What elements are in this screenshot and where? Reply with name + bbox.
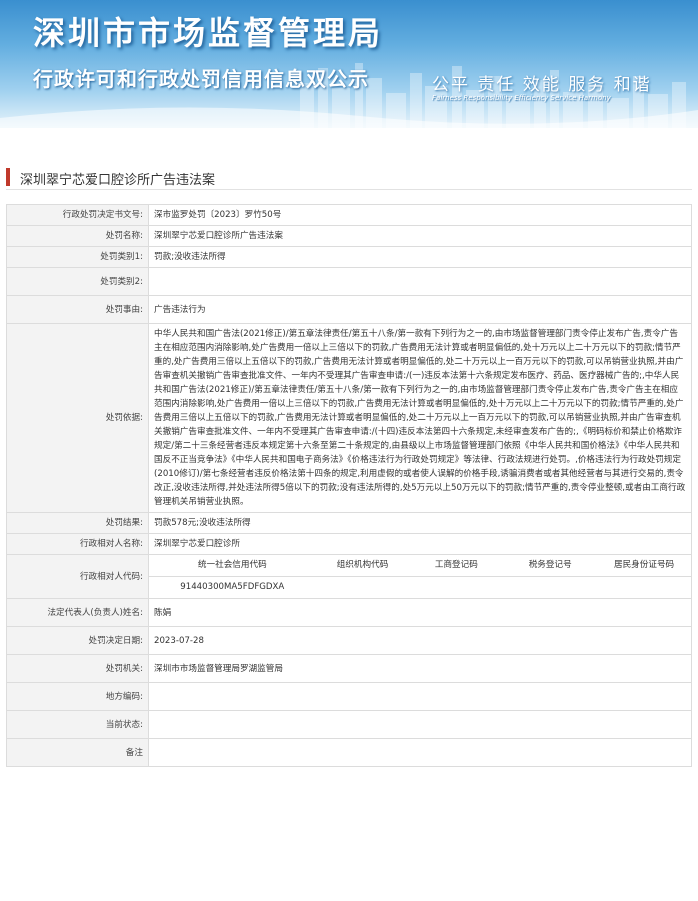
agency-title: 深圳市市场监督管理局 [33,14,384,52]
row-value [148,738,692,767]
identifier-header: 居民身份证号码 [597,555,691,577]
row-value: 深市监罗处罚〔2023〕罗竹50号 [148,204,692,226]
table-row: 地方编码: [6,682,692,711]
table-row: 处罚结果: 罚款578元;没收违法所得 [6,512,692,534]
row-value: 罚款;没收违法所得 [148,246,692,268]
row-label: 处罚依据: [6,323,149,513]
table-row: 备注 [6,738,692,767]
case-title-bar: 深圳翠宁芯爱口腔诊所广告违法案 [6,165,692,190]
code-cell: 统一社会信用代码 组织机构代码 工商登记码 税务登记号 居民身份证号码 9144… [148,554,692,599]
identifier-header-row: 统一社会信用代码 组织机构代码 工商登记码 税务登记号 居民身份证号码 [149,555,691,577]
identifier-value: 91440300MA5FDFGDXA [180,582,285,592]
table-row: 行政处罚决定书文号: 深市监罗处罚〔2023〕罗竹50号 [6,204,692,226]
row-label: 地方编码: [6,682,149,711]
slogan-english: Fairness Responsibility Efficiency Servi… [432,94,611,102]
row-label: 处罚事由: [6,295,149,324]
portal-subtitle: 行政许可和行政处罚信用信息双公示 [33,67,369,91]
row-label: 当前状态: [6,710,149,739]
title-accent-mark [6,168,10,186]
row-label: 备注 [6,738,149,767]
identifier-value [503,577,597,599]
identifier-header: 工商登记码 [409,555,504,577]
table-row: 处罚依据: 中华人民共和国广告法(2021修正)/第五章法律责任/第五十八条/第… [6,323,692,513]
identifier-header: 统一社会信用代码 [149,555,316,577]
slogan: 公平 责任 效能 服务 和谐 [432,75,652,95]
row-label: 处罚类别1: [6,246,149,268]
row-value: 陈娟 [148,598,692,627]
row-label: 处罚结果: [6,512,149,534]
table-row: 处罚名称: 深圳翠宁芯爱口腔诊所广告违法案 [6,225,692,247]
row-value: 中华人民共和国广告法(2021修正)/第五章法律责任/第五十八条/第一款有下列行… [148,323,692,513]
table-row: 法定代表人(负责人)姓名: 陈娟 [6,598,692,627]
row-label: 行政处罚决定书文号: [6,204,149,226]
row-label: 处罚决定日期: [6,626,149,655]
table-row: 处罚事由: 广告违法行为 [6,295,692,324]
table-row: 处罚决定日期: 2023-07-28 [6,626,692,655]
table-row: 处罚类别1: 罚款;没收违法所得 [6,246,692,268]
identifier-value [597,577,691,599]
row-label: 法定代表人(负责人)姓名: [6,598,149,627]
row-value [148,710,692,739]
identifier-table: 统一社会信用代码 组织机构代码 工商登记码 税务登记号 居民身份证号码 9144… [149,555,691,598]
row-value [148,267,692,296]
row-value: 深圳市市场监督管理局罗湖监管局 [148,654,692,683]
row-label: 处罚名称: [6,225,149,247]
row-value: 2023-07-28 [148,626,692,655]
row-label: 行政相对人代码: [6,554,149,599]
table-row: 行政相对人名称: 深圳翠宁芯爱口腔诊所 [6,533,692,555]
case-title: 深圳翠宁芯爱口腔诊所广告违法案 [20,173,216,188]
identifier-value [316,577,410,599]
identifier-header: 税务登记号 [503,555,598,577]
table-row: 处罚机关: 深圳市市场监督管理局罗湖监管局 [6,654,692,683]
row-value: 深圳翠宁芯爱口腔诊所广告违法案 [148,225,692,247]
row-label: 处罚机关: [6,654,149,683]
header-banner: 深圳市市场监督管理局 行政许可和行政处罚信用信息双公示 公平 责任 效能 服务 … [0,0,698,128]
table-row: 处罚类别2: [6,267,692,296]
row-label: 处罚类别2: [6,267,149,296]
case-info-table: 行政处罚决定书文号: 深市监罗处罚〔2023〕罗竹50号 处罚名称: 深圳翠宁芯… [6,204,692,767]
row-value: 广告违法行为 [148,295,692,324]
row-label: 行政相对人名称: [6,533,149,555]
table-row: 当前状态: [6,710,692,739]
row-value [148,682,692,711]
row-value: 深圳翠宁芯爱口腔诊所 [148,533,692,555]
row-value: 罚款578元;没收违法所得 [148,512,692,534]
identifier-value [409,577,503,599]
identifier-header: 组织机构代码 [315,555,410,577]
identifier-value-row: 91440300MA5FDFGDXA [149,577,691,599]
table-row: 行政相对人代码: 统一社会信用代码 组织机构代码 工商登记码 税务登记号 居民身… [6,554,692,599]
